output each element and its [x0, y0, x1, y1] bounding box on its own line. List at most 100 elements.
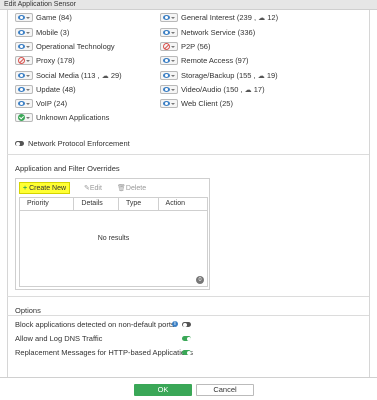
edit-label: Edit: [89, 184, 102, 192]
overrides-table-body: No results 0: [19, 211, 208, 287]
column-header-type[interactable]: Type: [119, 198, 159, 210]
eye-icon: [18, 44, 25, 49]
category-label: Operational Technology: [36, 42, 115, 51]
category-action-select[interactable]: [15, 85, 33, 94]
category-storage-backup[interactable]: Storage/Backup (155 , ☁ 19): [160, 70, 278, 81]
category-action-select[interactable]: [15, 13, 33, 22]
category-label: Social Media (113 , ☁ 29): [36, 71, 122, 80]
network-protocol-toggle[interactable]: [15, 141, 24, 146]
info-icon[interactable]: i: [172, 321, 178, 327]
option-label: Block applications detected on non-defau…: [15, 320, 175, 329]
overrides-panel: + Create New ✎ Edit 🗑 Delete Priority Det…: [15, 178, 210, 290]
category-action-select[interactable]: [15, 99, 33, 108]
column-header-action[interactable]: Action: [159, 198, 207, 210]
category-action-select[interactable]: [160, 28, 178, 37]
category-label: Remote Access (97): [181, 56, 249, 65]
category-action-select[interactable]: [160, 13, 178, 22]
overrides-table-header: Priority Details Type Action: [19, 197, 208, 211]
edit-button[interactable]: ✎ Edit: [84, 182, 102, 194]
eye-icon: [163, 87, 170, 92]
eye-icon: [18, 87, 25, 92]
category-action-select[interactable]: [160, 42, 178, 51]
category-label: Mobile (3): [36, 28, 70, 37]
empty-state-text: No results: [97, 235, 130, 242]
category-action-select[interactable]: [15, 42, 33, 51]
category-network-service[interactable]: Network Service (336): [160, 27, 255, 38]
cancel-button[interactable]: Cancel: [196, 384, 254, 396]
dns-traffic-toggle[interactable]: [182, 336, 191, 341]
network-protocol-label: Network Protocol Enforcement: [28, 139, 130, 148]
trash-icon: 🗑: [117, 185, 126, 192]
category-p2p[interactable]: P2P (56): [160, 41, 210, 52]
divider: [7, 296, 369, 297]
divider: [7, 154, 369, 155]
column-header-priority[interactable]: Priority: [20, 198, 75, 210]
dialog-footer: OK Cancel: [0, 379, 377, 400]
category-video-audio[interactable]: Video/Audio (150 , ☁ 17): [160, 84, 265, 95]
category-remote-access[interactable]: Remote Access (97): [160, 55, 249, 66]
create-new-button[interactable]: + Create New: [19, 182, 71, 194]
category-general-interest[interactable]: General Interest (239 , ☁ 12): [160, 12, 278, 23]
category-action-select[interactable]: [160, 85, 178, 94]
category-action-select[interactable]: [15, 28, 33, 37]
category-label: P2P (56): [181, 42, 211, 51]
eye-icon: [18, 73, 25, 78]
option-label: Replacement Messages for HTTP-based Appl…: [15, 348, 194, 357]
ok-button[interactable]: OK: [134, 384, 192, 396]
eye-icon: [163, 30, 170, 35]
category-label: Network Service (336): [181, 28, 256, 37]
eye-icon: [18, 15, 25, 20]
eye-icon: [163, 15, 170, 20]
category-mobile[interactable]: Mobile (3): [15, 27, 69, 38]
block-icon: [163, 43, 170, 50]
cloud-icon: ☁: [257, 73, 265, 80]
eye-icon: [163, 73, 170, 78]
block-icon: [18, 57, 25, 64]
category-label: Game (84): [36, 13, 72, 22]
delete-label: Delete: [125, 184, 147, 192]
category-unknown-applications[interactable]: Unknown Applications: [15, 112, 109, 123]
eye-icon: [163, 101, 170, 106]
cloud-icon: ☁: [101, 73, 109, 80]
eye-icon: [163, 58, 170, 63]
non-default-ports-toggle[interactable]: [182, 322, 191, 327]
column-header-details[interactable]: Details: [74, 198, 119, 210]
category-game[interactable]: Game (84): [15, 12, 72, 23]
cloud-icon: ☁: [244, 87, 252, 94]
category-web-client[interactable]: Web Client (25): [160, 98, 233, 109]
category-action-select[interactable]: [160, 56, 178, 65]
category-label: Web Client (25): [181, 99, 233, 108]
divider: [7, 315, 369, 316]
category-label: Storage/Backup (155 , ☁ 19): [181, 71, 278, 80]
replacement-messages-toggle[interactable]: [182, 350, 191, 355]
category-action-select[interactable]: [160, 99, 178, 108]
eye-icon: [18, 30, 25, 35]
dialog-body[interactable]: Game (84) Mobile (3) Operational Technol…: [0, 10, 377, 378]
category-action-select[interactable]: [15, 71, 33, 80]
create-new-label: Create New: [29, 184, 67, 192]
category-voip[interactable]: VoIP (24): [15, 98, 67, 109]
check-icon: [18, 114, 25, 121]
category-label: Update (48): [36, 85, 76, 94]
eye-icon: [18, 101, 25, 106]
plus-icon: +: [23, 184, 28, 192]
category-social-media[interactable]: Social Media (113 , ☁ 29): [15, 70, 122, 81]
category-operational-technology[interactable]: Operational Technology: [15, 41, 115, 52]
dialog-title: Edit Application Sensor: [0, 0, 377, 10]
delete-button[interactable]: 🗑 Delete: [117, 182, 146, 194]
option-label: Allow and Log DNS Traffic: [15, 334, 103, 343]
category-label: General Interest (239 , ☁ 12): [181, 13, 279, 22]
right-border: [369, 10, 370, 377]
category-action-select[interactable]: [15, 56, 33, 65]
category-proxy[interactable]: Proxy (178): [15, 55, 75, 66]
category-action-select[interactable]: [160, 71, 178, 80]
category-label: Video/Audio (150 , ☁ 17): [181, 85, 265, 94]
cloud-icon: ☁: [258, 15, 266, 22]
category-label: Proxy (178): [36, 56, 75, 65]
overrides-heading: Application and Filter Overrides: [15, 164, 120, 173]
left-border: [7, 10, 8, 377]
category-action-select[interactable]: [15, 113, 33, 122]
category-update[interactable]: Update (48): [15, 84, 76, 95]
category-label: VoIP (24): [36, 99, 68, 108]
category-label: Unknown Applications: [36, 113, 110, 122]
